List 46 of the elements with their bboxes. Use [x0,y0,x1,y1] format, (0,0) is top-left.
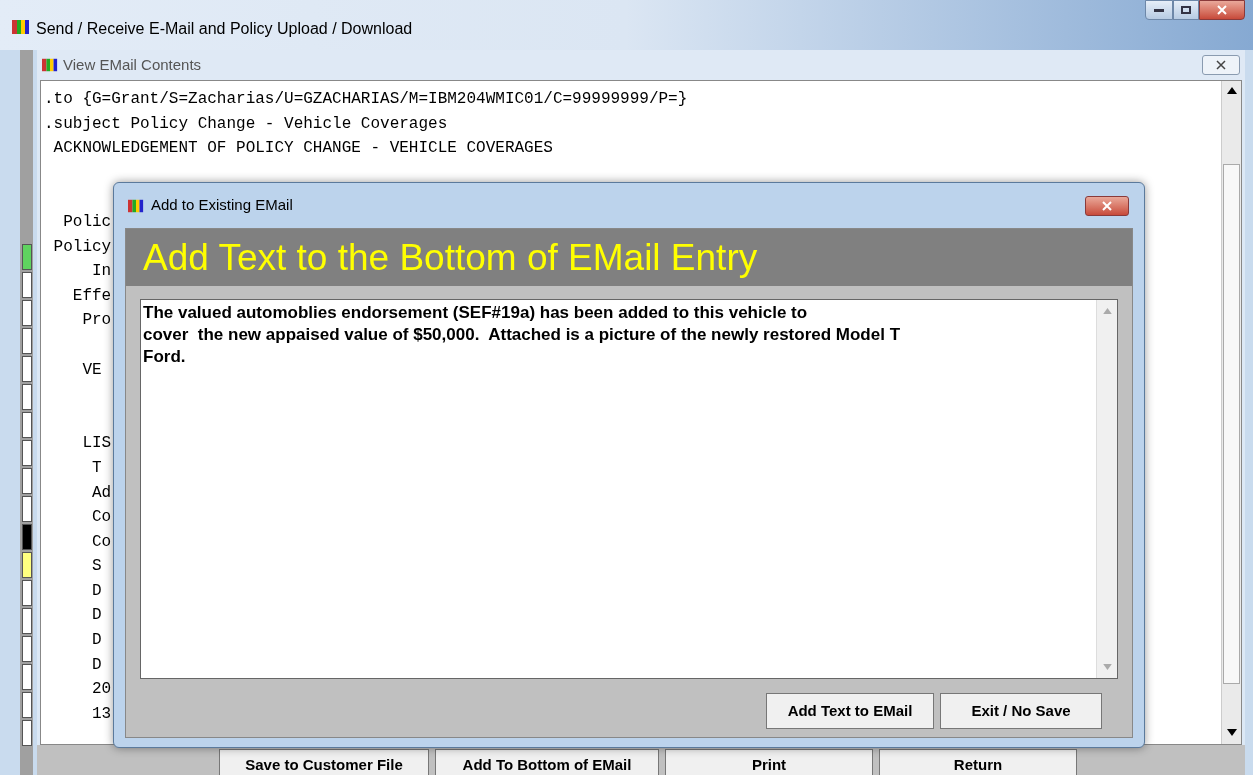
dialog-button[interactable]: Add Text to EMail [766,693,934,729]
close-button[interactable] [1085,195,1129,216]
email-text-line: D [91,605,102,627]
action-button[interactable]: Print [665,749,873,775]
maximize-button[interactable] [1173,0,1199,20]
close-icon [1102,200,1112,211]
email-text-line: Effe [71,285,112,307]
email-text-line: Ad [91,482,112,504]
email-text-line: .to {G=Grant/S=Zacharias/U=GZACHARIAS/M=IBM204WMIC01/C=99999999/P=} [44,89,688,110]
email-text-line: ACKNOWLEDGEMENT OF POLICY CHANGE - VEHICLE COVERAGES [52,138,553,160]
email-text-line: 20 [91,679,112,701]
action-button[interactable]: Add To Bottom of EMail [435,749,659,775]
scrollbar[interactable] [1221,81,1241,744]
email-text-line: In [91,261,112,283]
email-text-line: Policy [52,236,112,258]
app-icon [12,18,30,36]
email-text-line: .subject Policy Change - Vehicle Coverages [44,113,448,135]
inner-window-title: View EMail Contents [63,54,202,75]
email-text-line: D [91,654,102,676]
email-text-line: D [91,580,102,602]
window-title: Send / Receive E-Mail and Policy Upload / Download [36,19,413,39]
close-button[interactable] [1202,55,1240,75]
email-text-line: S [91,556,102,578]
email-text-line: D [91,630,102,652]
email-text-line: Co [91,507,112,529]
email-text-line: Co [91,531,112,553]
close-icon [1216,60,1226,70]
email-text-line: VE [81,359,102,381]
close-icon [1217,5,1227,15]
minimize-button[interactable] [1145,0,1173,20]
close-button[interactable] [1199,0,1245,20]
app-icon [127,197,145,214]
dialog-button[interactable]: Exit / No Save [940,693,1102,729]
email-text-line: LIS [81,433,112,455]
email-text-line: Polic [62,211,112,233]
email-text-line: 13 [91,703,112,725]
app-icon [42,57,58,73]
action-button[interactable]: Save to Customer File [219,749,429,775]
scroll-down-icon[interactable] [1226,729,1237,736]
scroll-up-icon[interactable] [1226,87,1237,94]
email-text-line: Pro [81,310,112,332]
scroll-thumb[interactable] [1223,164,1240,684]
action-button[interactable]: Return [879,749,1077,775]
email-text-line: T [91,457,102,479]
dialog-heading: Add Text to the Bottom of EMail Entry [126,229,1132,286]
dialog-title: Add to Existing EMail [151,195,293,216]
